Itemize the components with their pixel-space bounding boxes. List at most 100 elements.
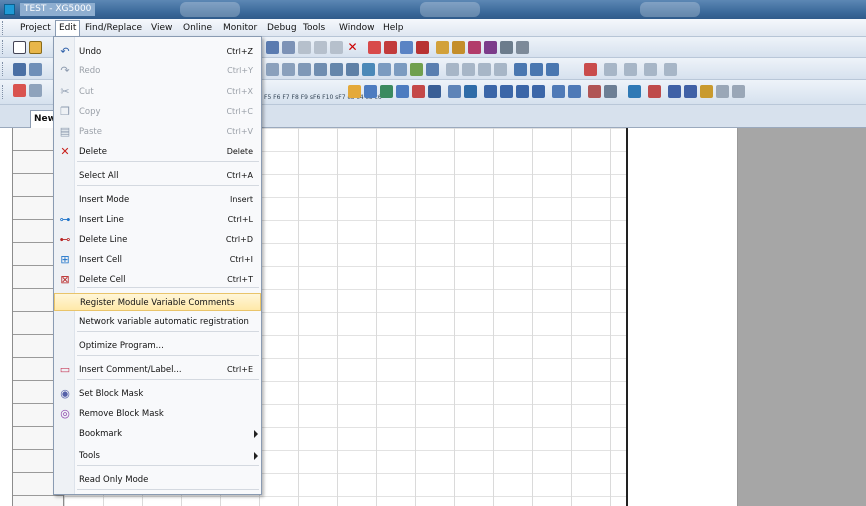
insert-line-toolbar-icon[interactable] <box>368 41 381 54</box>
monitor-start-icon[interactable] <box>410 63 423 76</box>
ladder-tool-icon[interactable] <box>380 85 393 98</box>
ladder-tool-icon[interactable] <box>700 85 713 98</box>
contact-a-icon[interactable] <box>446 63 459 76</box>
contact-p-icon[interactable] <box>478 63 491 76</box>
contact-n-icon[interactable] <box>494 63 507 76</box>
menu-item-redo[interactable]: ↷ Redo Ctrl+Y <box>54 62 261 80</box>
read-icon[interactable] <box>314 63 327 76</box>
menu-item-cut[interactable]: ✂ Cut Ctrl+X <box>54 83 261 101</box>
coil-set-icon[interactable] <box>530 63 543 76</box>
ladder-tool-icon[interactable] <box>732 85 745 98</box>
sort-toolbar-icon[interactable] <box>516 41 529 54</box>
contact-tool-icon[interactable] <box>29 84 42 97</box>
stop-icon[interactable] <box>362 63 375 76</box>
online-icon[interactable] <box>266 63 279 76</box>
new-file-icon[interactable] <box>13 41 26 54</box>
cut-toolbar-icon[interactable] <box>298 41 311 54</box>
menu-item-delete[interactable]: ✕ Delete Delete <box>54 143 261 161</box>
paste-toolbar-icon[interactable] <box>330 41 343 54</box>
ladder-tool-icon[interactable] <box>668 85 681 98</box>
delete-cell-toolbar-icon[interactable] <box>416 41 429 54</box>
pause-icon[interactable] <box>378 63 391 76</box>
replace-all-toolbar-icon[interactable] <box>484 41 497 54</box>
ladder-tool-icon[interactable] <box>396 85 409 98</box>
ladder-tool-icon[interactable] <box>364 85 377 98</box>
menu-item-bookmark[interactable]: Bookmark <box>54 425 261 443</box>
ladder-tool-icon[interactable] <box>684 85 697 98</box>
ladder-tool-icon[interactable] <box>484 85 497 98</box>
menu-item-tools[interactable]: Tools <box>54 447 261 465</box>
ladder-key-icon[interactable] <box>624 63 637 76</box>
menu-item-network-variable-automatic-registration[interactable]: Network variable automatic registration <box>54 313 261 331</box>
ladder-key-icon[interactable] <box>604 63 617 76</box>
insert-cell-toolbar-icon[interactable] <box>400 41 413 54</box>
menubar-grip[interactable] <box>2 21 5 35</box>
toolbar-grip[interactable] <box>2 62 5 76</box>
ladder-tool-icon[interactable] <box>588 85 601 98</box>
ladder-key-icon[interactable] <box>644 63 657 76</box>
menu-item-read-only-mode[interactable]: Read Only Mode <box>54 471 261 489</box>
offline-icon[interactable] <box>282 63 295 76</box>
replace-toolbar-icon[interactable] <box>468 41 481 54</box>
menu-item-register-module-variable-comments[interactable]: Register Module Variable Comments <box>54 293 261 311</box>
undo-toolbar-icon[interactable] <box>266 41 279 54</box>
menu-item-select-all[interactable]: Select All Ctrl+A <box>54 167 261 185</box>
menu-monitor[interactable]: Monitor <box>220 21 260 35</box>
menu-item-copy[interactable]: ❐ Copy Ctrl+C <box>54 103 261 121</box>
find-toolbar-icon[interactable] <box>436 41 449 54</box>
write-icon[interactable] <box>330 63 343 76</box>
menu-help[interactable]: Help <box>380 21 407 35</box>
menu-item-optimize-program[interactable]: Optimize Program... <box>54 337 261 355</box>
menu-view[interactable]: View <box>148 21 175 35</box>
ladder-tool-icon[interactable] <box>448 85 461 98</box>
ladder-key-icon[interactable] <box>664 63 677 76</box>
ladder-tool-icon[interactable] <box>464 85 477 98</box>
menu-item-paste[interactable]: ▤ Paste Ctrl+V <box>54 123 261 141</box>
ladder-tool-icon[interactable] <box>500 85 513 98</box>
menu-item-insert-line[interactable]: ⊶ Insert Line Ctrl+L <box>54 211 261 229</box>
find-next-toolbar-icon[interactable] <box>452 41 465 54</box>
debug-icon[interactable] <box>394 63 407 76</box>
menu-item-set-block-mask[interactable]: ◉ Set Block Mask <box>54 385 261 403</box>
copy-toolbar-icon[interactable] <box>314 41 327 54</box>
menu-item-undo[interactable]: ↶ Undo Ctrl+Z <box>54 43 261 61</box>
ladder-tool-icon[interactable] <box>604 85 617 98</box>
ladder-tool-icon[interactable] <box>716 85 729 98</box>
contact-b-icon[interactable] <box>462 63 475 76</box>
select-mode-icon[interactable] <box>584 63 597 76</box>
message-window-icon[interactable] <box>29 63 42 76</box>
toolbar-grip[interactable] <box>2 85 5 99</box>
connect-icon[interactable] <box>298 63 311 76</box>
ladder-tool-icon[interactable] <box>516 85 529 98</box>
zoom-out-icon[interactable] <box>568 85 581 98</box>
menu-debug[interactable]: Debug <box>264 21 300 35</box>
project-window-icon[interactable] <box>13 63 26 76</box>
ladder-tool-icon[interactable] <box>532 85 545 98</box>
delete-line-toolbar-icon[interactable] <box>384 41 397 54</box>
menu-window[interactable]: Window <box>336 21 378 35</box>
menu-item-delete-line[interactable]: ⊷ Delete Line Ctrl+D <box>54 231 261 249</box>
monitor-stop-icon[interactable] <box>426 63 439 76</box>
menu-item-remove-block-mask[interactable]: ◎ Remove Block Mask <box>54 405 261 423</box>
ladder-tool-icon[interactable] <box>628 85 641 98</box>
menu-item-insert-comment-label[interactable]: ▭ Insert Comment/Label... Ctrl+E <box>54 361 261 379</box>
coil-reset-icon[interactable] <box>546 63 559 76</box>
delete-toolbar-icon[interactable]: ✕ <box>346 41 359 54</box>
menu-find-replace[interactable]: Find/Replace <box>82 21 145 35</box>
menu-project[interactable]: Project <box>17 21 54 35</box>
goto-toolbar-icon[interactable] <box>500 41 513 54</box>
coil-icon[interactable] <box>514 63 527 76</box>
menu-item-insert-mode[interactable]: Insert Mode Insert <box>54 191 261 209</box>
redo-toolbar-icon[interactable] <box>282 41 295 54</box>
run-icon[interactable] <box>346 63 359 76</box>
open-folder-icon[interactable] <box>29 41 42 54</box>
ladder-tool-icon[interactable] <box>648 85 661 98</box>
menu-tools[interactable]: Tools <box>300 21 328 35</box>
toolbar-grip[interactable] <box>2 40 5 54</box>
menu-online[interactable]: Online <box>180 21 215 35</box>
ladder-tool-icon[interactable] <box>348 85 361 98</box>
menu-item-insert-cell[interactable]: ⊞ Insert Cell Ctrl+I <box>54 251 261 269</box>
escape-select-icon[interactable] <box>13 84 26 97</box>
menu-item-delete-cell[interactable]: ⊠ Delete Cell Ctrl+T <box>54 271 261 289</box>
zoom-in-icon[interactable] <box>552 85 565 98</box>
